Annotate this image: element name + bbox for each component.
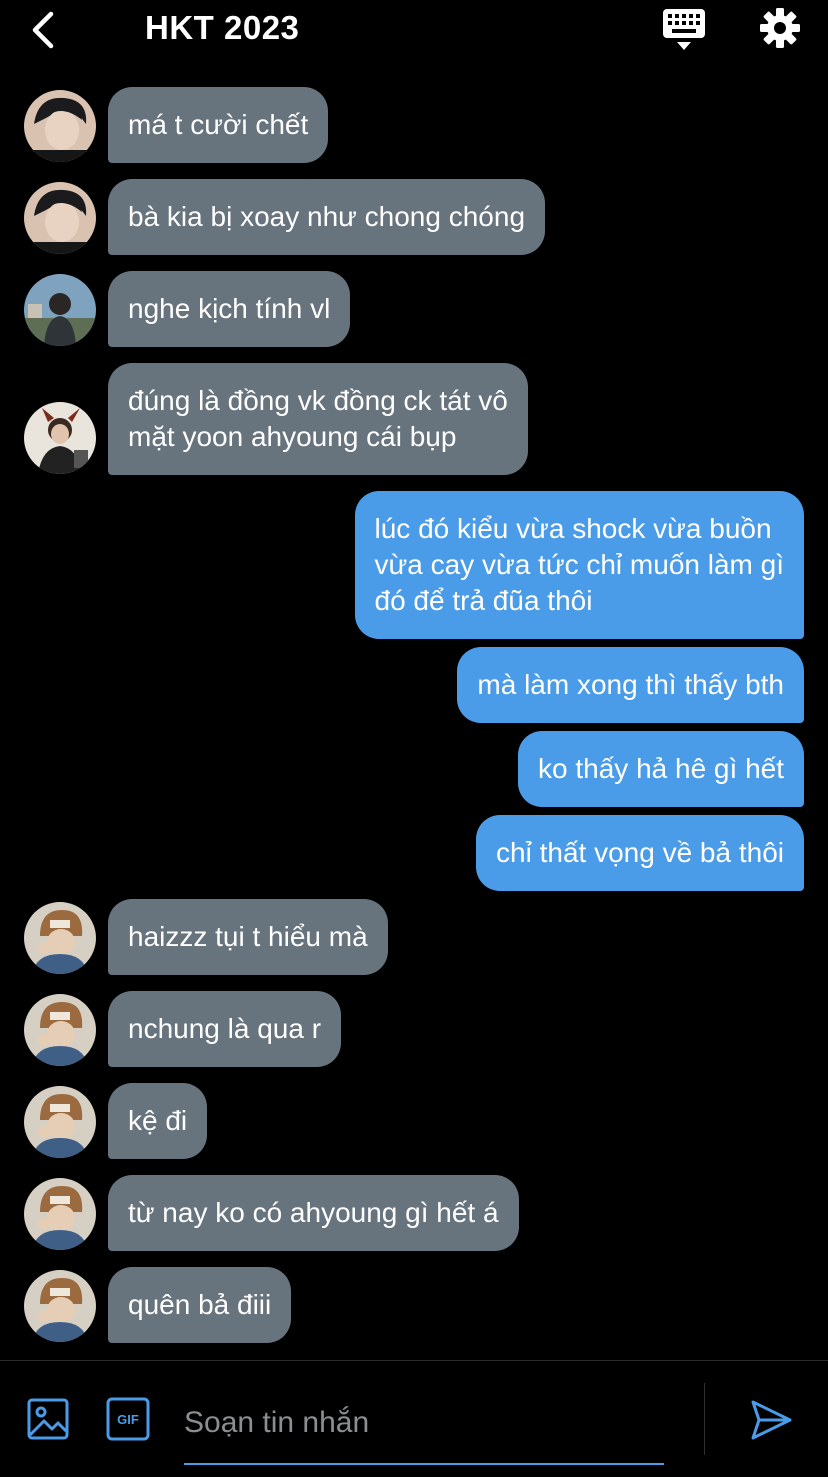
avatar[interactable] [24, 402, 96, 474]
message-input[interactable] [184, 1391, 664, 1465]
composer-divider [704, 1383, 705, 1455]
message-bubble[interactable]: chỉ thất vọng về bả thôi [476, 815, 804, 891]
avatar[interactable] [24, 1086, 96, 1158]
avatar-photo [24, 902, 96, 974]
message-composer: GIF [0, 1360, 828, 1477]
avatar-photo [24, 1178, 96, 1250]
message-bubble[interactable]: lúc đó kiểu vừa shock vừa buồn vừa cay v… [354, 491, 804, 639]
message-bubble[interactable]: quên bả điii [108, 1267, 292, 1343]
message-list[interactable]: má t cười chết bà kia bị xoay như chong … [0, 0, 828, 1360]
message-bubble[interactable]: từ nay ko có ahyoung gì hết á [108, 1175, 519, 1251]
avatar[interactable] [24, 274, 96, 346]
message-bubble[interactable]: nghe kịch tính vl [108, 271, 351, 347]
image-icon [27, 1398, 69, 1440]
message-bubble[interactable]: ko thấy hả hê gì hết [518, 731, 804, 807]
avatar-photo [24, 402, 96, 474]
avatar[interactable] [24, 1270, 96, 1342]
message-bubble[interactable]: nchung là qua r [108, 991, 342, 1067]
message-bubble[interactable]: haizzz tụi t hiểu mà [108, 899, 388, 975]
avatar[interactable] [24, 1178, 96, 1250]
avatar-photo [24, 1270, 96, 1342]
message-bubble[interactable]: kệ đi [108, 1083, 208, 1159]
message-bubble[interactable]: đúng là đồng vk đồng ck tát vô mặt yoon … [108, 363, 528, 475]
message-bubble[interactable]: bà kia bị xoay như chong chóng [108, 179, 546, 255]
avatar[interactable] [24, 90, 96, 162]
avatar[interactable] [24, 902, 96, 974]
avatar-photo [24, 994, 96, 1066]
send-icon [751, 1400, 792, 1440]
message-bubble[interactable]: má t cười chết [108, 87, 329, 163]
gif-button[interactable]: GIF [106, 1397, 150, 1441]
avatar-photo [24, 90, 96, 162]
avatar-photo [24, 274, 96, 346]
message-bubble[interactable]: mà làm xong thì thấy bth [457, 647, 804, 723]
avatar-photo [24, 182, 96, 254]
avatar[interactable] [24, 182, 96, 254]
avatar-photo [24, 1086, 96, 1158]
add-image-button[interactable] [26, 1397, 70, 1441]
gif-icon: GIF [106, 1397, 150, 1441]
send-button[interactable] [748, 1397, 794, 1443]
avatar[interactable] [24, 994, 96, 1066]
gif-label: GIF [117, 1412, 139, 1427]
